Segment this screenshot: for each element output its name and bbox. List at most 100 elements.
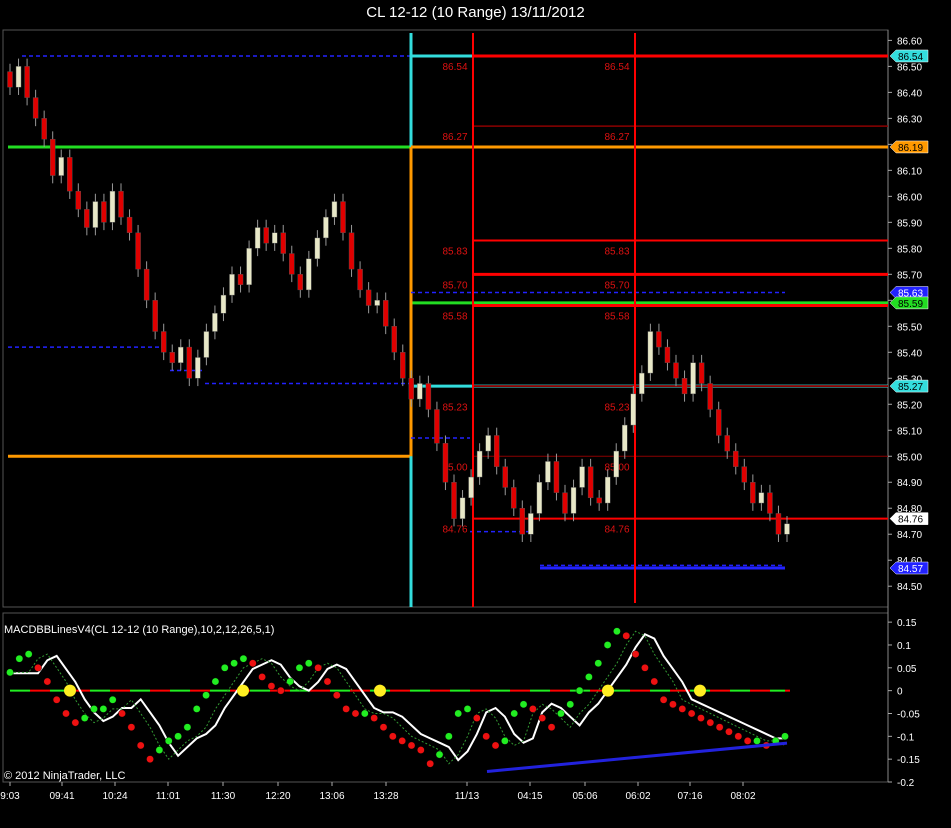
- candle: [75, 183, 82, 218]
- macd-dot: [202, 691, 210, 700]
- time-tick-label: 11/13: [455, 791, 480, 802]
- candle: [656, 323, 662, 355]
- macd-tick-label: 0.05: [897, 664, 917, 675]
- macd-dot: [417, 746, 425, 754]
- macd-dot: [183, 723, 192, 731]
- candle-down: [348, 232, 355, 270]
- macd-dot: [613, 627, 621, 636]
- candle: [767, 484, 773, 522]
- candle: [673, 354, 679, 387]
- price-tick-label: 84.70: [897, 530, 922, 541]
- candle: [741, 458, 748, 491]
- macd-tick-label: 0.1: [897, 641, 911, 652]
- candle: [733, 443, 739, 475]
- candle: [715, 401, 722, 444]
- macd-dot: [706, 718, 715, 727]
- candle-down: [519, 508, 526, 535]
- level-label-right: 84.76: [604, 525, 629, 536]
- level-label-left: 85.70: [442, 280, 467, 291]
- candle: [178, 339, 184, 371]
- macd-dot: [491, 741, 500, 750]
- candle-down: [143, 268, 150, 301]
- macd-dot: [781, 732, 789, 741]
- candle: [169, 344, 175, 371]
- macd-dot: [333, 691, 341, 700]
- candle-down: [297, 274, 304, 291]
- candle-up: [220, 294, 227, 314]
- candle-down: [169, 352, 175, 363]
- candle-down: [357, 268, 363, 291]
- candle-down: [263, 227, 269, 244]
- candle-down: [451, 482, 457, 519]
- macd-dot: [641, 664, 649, 672]
- macd-dot: [603, 641, 612, 649]
- macd-dot: [286, 677, 294, 686]
- candle: [15, 58, 22, 95]
- candle-down: [673, 362, 679, 379]
- macd-dot: [510, 709, 519, 718]
- macd-dot: [482, 732, 491, 741]
- candle-up: [476, 450, 483, 478]
- candle-down: [408, 378, 415, 400]
- candle: [126, 209, 133, 241]
- candle: [724, 427, 730, 459]
- price-tick-label: 86.40: [897, 88, 922, 99]
- level-label-left: 85.23: [442, 402, 467, 413]
- candle: [690, 354, 696, 402]
- candle-down: [152, 300, 158, 332]
- macd-dot: [146, 755, 154, 763]
- candle-up: [485, 435, 491, 452]
- macd-dot: [435, 750, 444, 759]
- candle-down: [511, 487, 517, 509]
- price-marker: 85.59: [889, 296, 929, 310]
- candle: [519, 500, 526, 543]
- candle: [442, 435, 449, 491]
- candle: [58, 149, 64, 184]
- candle: [553, 453, 560, 501]
- candle-down: [775, 513, 782, 535]
- price-tick-label: 84.90: [897, 478, 922, 489]
- macd-crossover-marker: [64, 684, 76, 697]
- candle-down: [434, 409, 440, 444]
- candle-up: [58, 157, 64, 176]
- macd-dot: [43, 677, 52, 686]
- price-tick-label: 86.30: [897, 114, 922, 125]
- candle-down: [49, 138, 56, 176]
- candle: [357, 261, 363, 298]
- macd-crossover-marker: [237, 684, 249, 697]
- candle-up: [212, 313, 218, 332]
- macd-dot: [753, 737, 761, 745]
- candle-down: [365, 289, 372, 306]
- macd-dot: [230, 659, 238, 668]
- price-tick-label: 85.20: [897, 400, 922, 411]
- candle: [186, 339, 193, 387]
- candle-up: [203, 331, 210, 358]
- candle-down: [707, 383, 713, 410]
- candle: [604, 469, 611, 511]
- candle: [365, 282, 372, 314]
- candle: [758, 484, 765, 511]
- price-marker-label: 84.57: [898, 564, 923, 575]
- macd-dot: [34, 664, 42, 672]
- macd-dot: [631, 650, 640, 658]
- price-tick-label: 85.70: [897, 270, 922, 281]
- macd-dot: [80, 714, 89, 722]
- candle: [707, 375, 713, 418]
- copyright-text: © 2012 NinjaTrader, LLC: [4, 770, 125, 782]
- price-marker-label: 84.76: [898, 515, 923, 526]
- candle: [750, 474, 756, 511]
- candle: [451, 474, 457, 527]
- macd-dot: [127, 723, 136, 731]
- candle: [664, 339, 671, 371]
- candle-down: [289, 253, 295, 275]
- macd-dot: [594, 659, 603, 668]
- candle: [459, 490, 466, 527]
- time-tick-label: 07:16: [677, 791, 702, 802]
- macd-dot: [108, 695, 117, 704]
- candle-down: [118, 190, 124, 218]
- time-tick-label: 9:03: [0, 791, 20, 802]
- candle: [203, 323, 210, 366]
- macd-dot: [24, 650, 33, 658]
- indicator-panel-frame: [2, 612, 889, 783]
- macd-dot: [715, 723, 724, 731]
